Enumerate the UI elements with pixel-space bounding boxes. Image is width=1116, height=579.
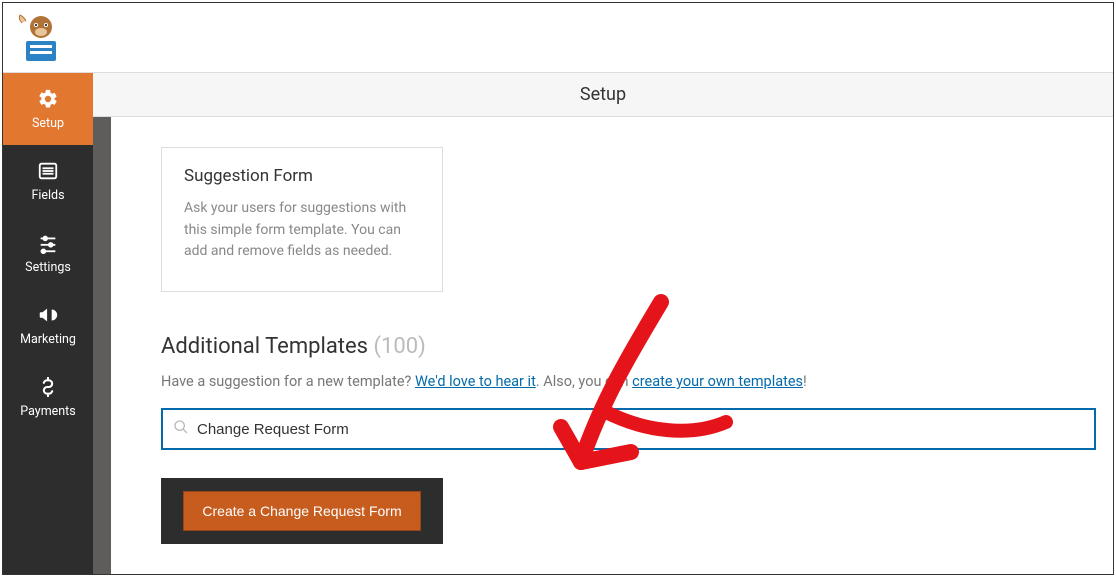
sidebar-item-payments[interactable]: Payments xyxy=(3,361,93,433)
gear-icon xyxy=(36,87,60,111)
dollar-icon xyxy=(36,375,60,399)
bullhorn-icon xyxy=(36,303,60,327)
template-search[interactable] xyxy=(161,408,1096,450)
additional-templates-heading: Additional Templates (100) xyxy=(161,334,1113,359)
template-card-desc: Ask your users for suggestions with this… xyxy=(184,198,420,263)
app-logo xyxy=(13,10,69,66)
sidebar-item-label: Fields xyxy=(31,188,64,203)
template-card-title: Suggestion Form xyxy=(184,166,420,186)
template-search-input[interactable] xyxy=(197,421,1084,438)
top-bar xyxy=(3,3,1113,73)
search-icon xyxy=(173,419,189,439)
sliders-icon xyxy=(36,231,60,255)
sidebar-item-label: Settings xyxy=(25,260,71,275)
template-result-tile[interactable]: Create a Change Request Form xyxy=(161,478,443,544)
sidebar-item-marketing[interactable]: Marketing xyxy=(3,289,93,361)
suggestion-text: Have a suggestion for a new template? We… xyxy=(161,373,1113,390)
sidebar-item-label: Marketing xyxy=(20,332,76,347)
list-icon xyxy=(36,159,60,183)
sidebar-item-fields[interactable]: Fields xyxy=(3,145,93,217)
sidebar-item-label: Payments xyxy=(20,404,75,419)
create-own-link[interactable]: create your own templates xyxy=(632,373,803,390)
annotation-arrow xyxy=(551,292,771,522)
create-template-button[interactable]: Create a Change Request Form xyxy=(183,491,420,531)
template-card-suggestion[interactable]: Suggestion Form Ask your users for sugge… xyxy=(161,147,443,292)
sidebar-item-settings[interactable]: Settings xyxy=(3,217,93,289)
page-title: Setup xyxy=(93,73,1113,117)
sidebar: Setup Fields Settings Marketing xyxy=(3,73,93,574)
hear-it-link[interactable]: We'd love to hear it xyxy=(415,373,536,390)
sidebar-item-setup[interactable]: Setup xyxy=(3,73,93,145)
sidebar-item-label: Setup xyxy=(32,116,64,131)
